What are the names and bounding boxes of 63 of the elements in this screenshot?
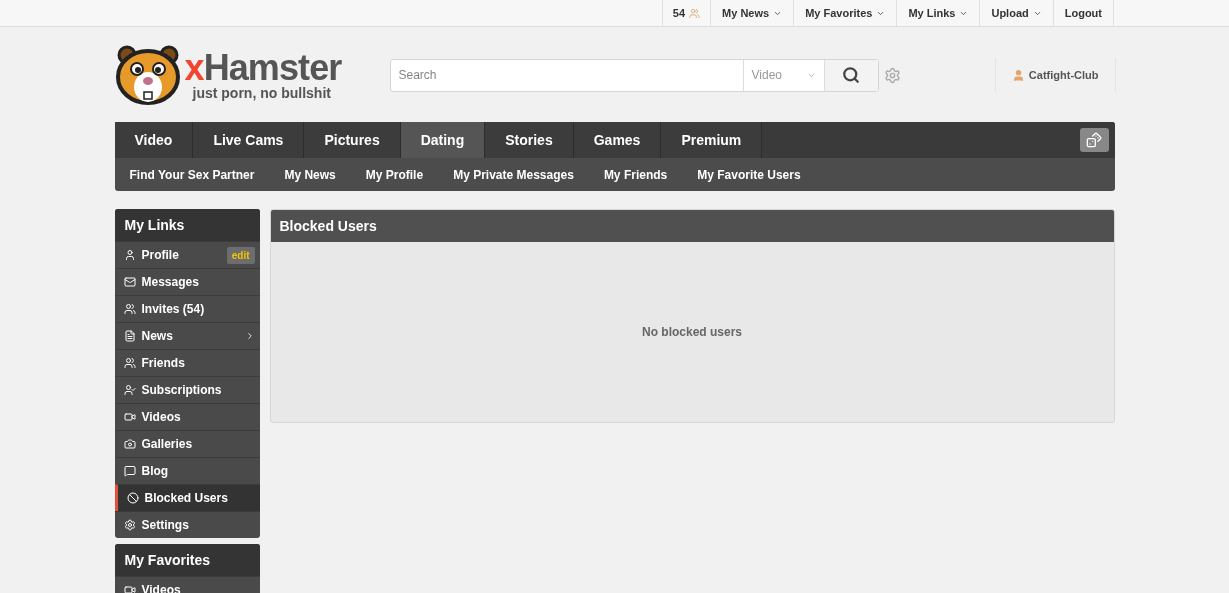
search-button[interactable]: [823, 59, 878, 91]
sub-nav-link[interactable]: Find Your Sex Partner: [129, 165, 255, 184]
sidebar-item[interactable]: Invites (54): [114, 295, 260, 322]
item-icon: [123, 303, 136, 315]
sidebar-item[interactable]: Friends: [114, 349, 260, 376]
top-bar-menu[interactable]: Logout: [1052, 0, 1114, 26]
item-label: News: [141, 328, 174, 345]
sidebar-item[interactable]: Subscriptions: [114, 376, 260, 403]
search-icon: [842, 66, 860, 84]
sidebar-item[interactable]: Videos: [114, 403, 260, 430]
user-icon: [1011, 68, 1025, 82]
nav-tab[interactable]: Video: [114, 122, 194, 158]
top-bar-count[interactable]: 54: [661, 0, 711, 26]
user-menu[interactable]: Catfight-Club: [994, 58, 1116, 92]
sub-nav-link[interactable]: My Profile: [365, 165, 424, 184]
sidebar-item[interactable]: News: [114, 322, 260, 349]
top-bar-menu[interactable]: My Favorites: [793, 0, 897, 26]
item-label: Settings: [141, 517, 190, 534]
item-label: Blocked Users: [144, 490, 229, 507]
item-icon: [123, 357, 136, 369]
item-label: Subscriptions: [141, 382, 223, 399]
item-label: Videos: [141, 409, 182, 426]
item-label: Messages: [141, 274, 200, 291]
item-icon: [123, 384, 136, 396]
sub-nav-link[interactable]: My News: [284, 165, 336, 184]
item-label: Invites (54): [141, 301, 206, 318]
item-label: Galleries: [141, 436, 194, 453]
sidebar-item[interactable]: Profile edit: [114, 241, 260, 268]
sidebar-title: My Links: [114, 209, 260, 241]
item-label: Friends: [141, 355, 186, 372]
logo-wordmark: xHamster: [184, 50, 342, 86]
panel-title: Blocked Users: [270, 210, 1114, 242]
item-icon: [123, 330, 136, 342]
dice-icon: [1086, 132, 1102, 148]
empty-message: No blocked users: [642, 324, 742, 341]
nav-tab[interactable]: Dating: [400, 122, 486, 158]
item-label: Blog: [141, 463, 170, 480]
sidebar-item[interactable]: Galleries: [114, 430, 260, 457]
item-label: Profile: [141, 247, 180, 264]
sidebar-item[interactable]: Messages: [114, 268, 260, 295]
search-input[interactable]: Search: [390, 59, 743, 91]
sidebar-item[interactable]: Settings: [114, 511, 260, 538]
item-icon: [123, 249, 136, 261]
hamster-logo-drawing: [114, 45, 181, 105]
item-icon: [123, 438, 136, 450]
sidebar-item[interactable]: Blocked Users: [114, 484, 260, 511]
sidebar-title: My Favorites: [114, 544, 260, 576]
top-bar-menu[interactable]: Upload: [979, 0, 1053, 26]
item-icon: [123, 411, 136, 423]
item-icon: [123, 519, 136, 531]
sub-nav-link[interactable]: My Favorite Users: [697, 165, 801, 184]
item-icon: [123, 465, 136, 477]
item-icon: [123, 584, 136, 593]
item-icon: [126, 492, 139, 504]
users-icon: [689, 7, 701, 19]
sub-nav-link[interactable]: My Private Messages: [453, 165, 574, 184]
logo-slogan: just porn, no bullshit: [192, 86, 332, 100]
top-bar-menu[interactable]: My Links: [896, 0, 980, 26]
top-bar-menu[interactable]: My News: [710, 0, 794, 26]
sub-nav-link[interactable]: My Friends: [603, 165, 668, 184]
count-label: 54: [672, 5, 686, 21]
random-button[interactable]: [1079, 128, 1109, 152]
item-icon: [123, 276, 136, 288]
